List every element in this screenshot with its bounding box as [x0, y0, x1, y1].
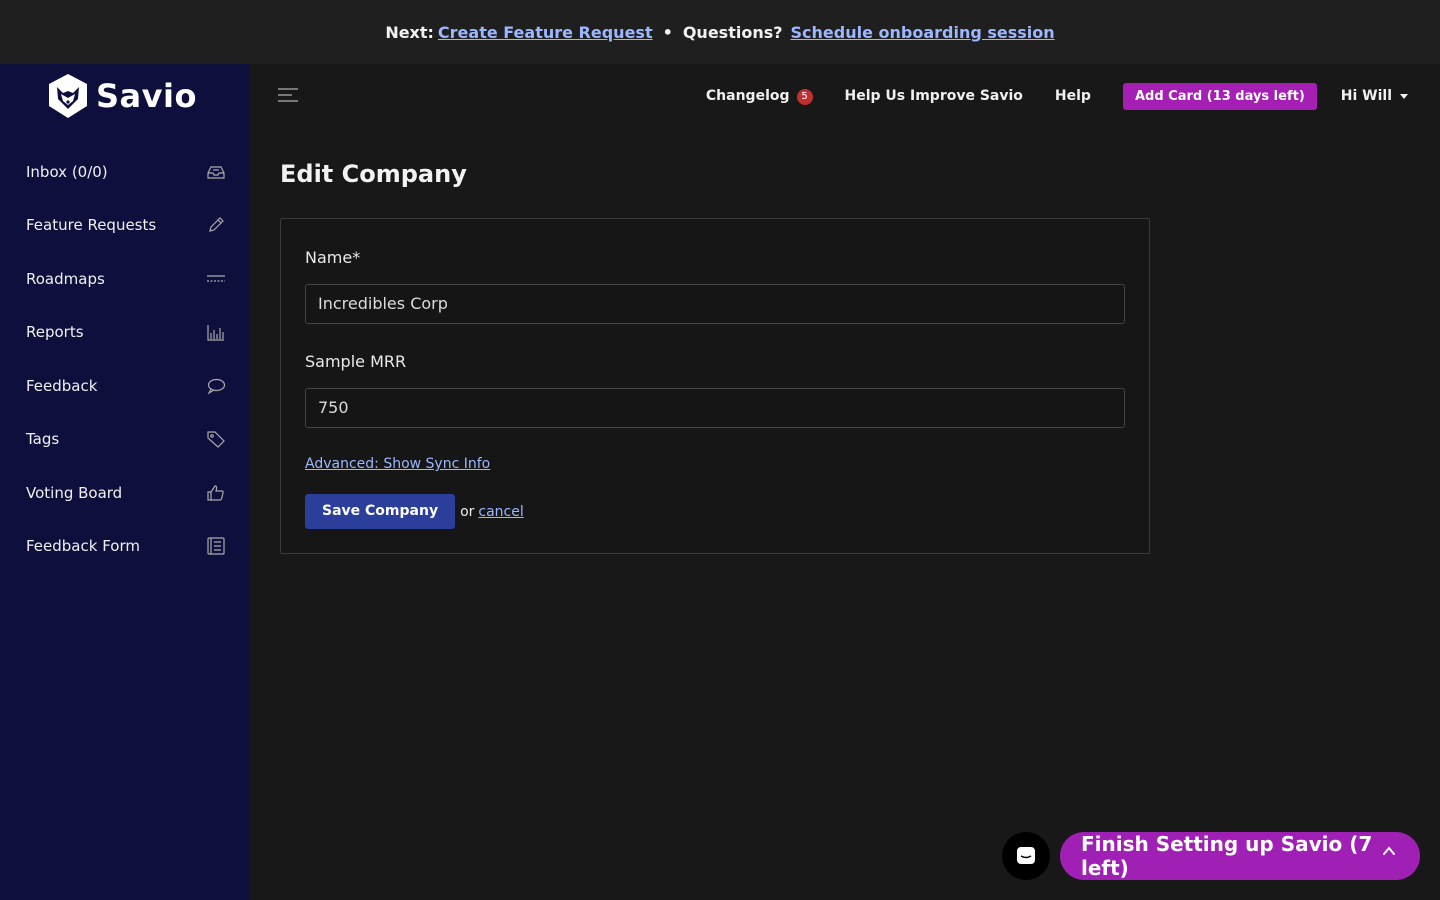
or-text: or: [460, 503, 475, 520]
sidebar-item-inbox[interactable]: Inbox (0/0): [0, 145, 250, 199]
menu-toggle-icon[interactable]: [278, 88, 302, 104]
name-label: Name*: [305, 248, 361, 267]
edit-company-form: Name* Incredibles Corp Sample MRR 750 Ad…: [280, 218, 1150, 554]
sidebar-item-label: Feature Requests: [26, 216, 157, 235]
fox-shield-icon: [49, 74, 87, 118]
sidebar-item-roadmaps[interactable]: Roadmaps: [0, 252, 250, 306]
questions-label: Questions?: [682, 22, 783, 42]
roadmap-icon: [207, 275, 225, 282]
brand-name: Savio: [96, 77, 197, 115]
brand-logo[interactable]: Savio: [46, 72, 197, 120]
thumbs-up-icon: [207, 485, 224, 501]
name-input[interactable]: Incredibles Corp: [305, 284, 1125, 324]
pencil-icon: [209, 217, 224, 233]
sidebar-item-label: Inbox (0/0): [26, 162, 108, 181]
page-title: Edit Company: [280, 160, 467, 188]
sidebar-item-feedback-form[interactable]: Feedback Form: [0, 520, 250, 574]
sidebar-item-label: Tags: [26, 430, 60, 449]
user-menu[interactable]: Hi Will: [1341, 88, 1408, 104]
add-card-button[interactable]: Add Card (13 days left): [1122, 82, 1317, 110]
header-nav: Changelog 5 Help Us Improve Savio Help Ad…: [706, 80, 1408, 112]
chevron-down-icon: [1400, 93, 1408, 99]
sidebar-item-feedback[interactable]: Feedback: [0, 359, 250, 413]
sidebar-item-tags[interactable]: Tags: [0, 413, 250, 467]
help-link[interactable]: Help: [1055, 88, 1091, 104]
inbox-icon: [207, 166, 225, 179]
announcement-bar: Next: Create Feature Request • Questions…: [0, 0, 1440, 64]
changelog-label: Changelog: [705, 87, 790, 104]
sidebar-item-label: Reports: [26, 323, 84, 342]
create-feature-request-link[interactable]: Create Feature Request: [438, 23, 653, 42]
speech-bubble-icon: [207, 378, 226, 395]
help-improve-link[interactable]: Help Us Improve Savio: [845, 88, 1023, 104]
separator-dot: •: [662, 22, 673, 42]
form-icon: [207, 537, 225, 555]
sidebar-item-label: Voting Board: [26, 483, 123, 502]
sidebar-item-voting-board[interactable]: Voting Board: [0, 466, 250, 520]
mrr-label: Sample MRR: [305, 352, 407, 371]
cancel-link[interactable]: cancel: [478, 504, 523, 520]
sidebar-item-label: Feedback: [26, 376, 98, 395]
chevron-up-icon: [1383, 846, 1395, 855]
chat-icon: [1017, 847, 1035, 864]
save-company-button[interactable]: Save Company: [305, 494, 456, 529]
finish-setup-button[interactable]: Finish Setting up Savio (7 left): [1060, 832, 1420, 880]
finish-setup-label: Finish Setting up Savio (7 left): [1081, 832, 1373, 880]
sidebar-item-reports[interactable]: Reports: [0, 306, 250, 360]
sidebar-item-feature-requests[interactable]: Feature Requests: [0, 199, 250, 253]
next-label: Next:: [385, 22, 434, 42]
sidebar-item-label: Feedback Form: [26, 537, 140, 556]
sidebar-nav: Inbox (0/0) Feature Requests Roadmaps Re…: [0, 145, 250, 573]
advanced-sync-info-link[interactable]: Advanced: Show Sync Info: [305, 456, 490, 472]
form-actions: Save Company or cancel: [305, 494, 524, 529]
chat-launcher-button[interactable]: [1002, 832, 1050, 880]
tag-icon: [207, 431, 225, 449]
changelog-link[interactable]: Changelog 5: [706, 88, 813, 105]
mrr-input[interactable]: 750: [305, 388, 1125, 428]
main-content: Changelog 5 Help Us Improve Savio Help Ad…: [250, 64, 1440, 900]
sidebar-item-label: Roadmaps: [26, 269, 105, 288]
changelog-count-badge: 5: [796, 88, 813, 105]
schedule-onboarding-link[interactable]: Schedule onboarding session: [791, 23, 1055, 42]
sidebar: Savio Inbox (0/0) Feature Requests Roadm…: [0, 64, 250, 900]
bar-chart-icon: [207, 325, 224, 341]
user-greeting: Hi Will: [1340, 88, 1392, 104]
